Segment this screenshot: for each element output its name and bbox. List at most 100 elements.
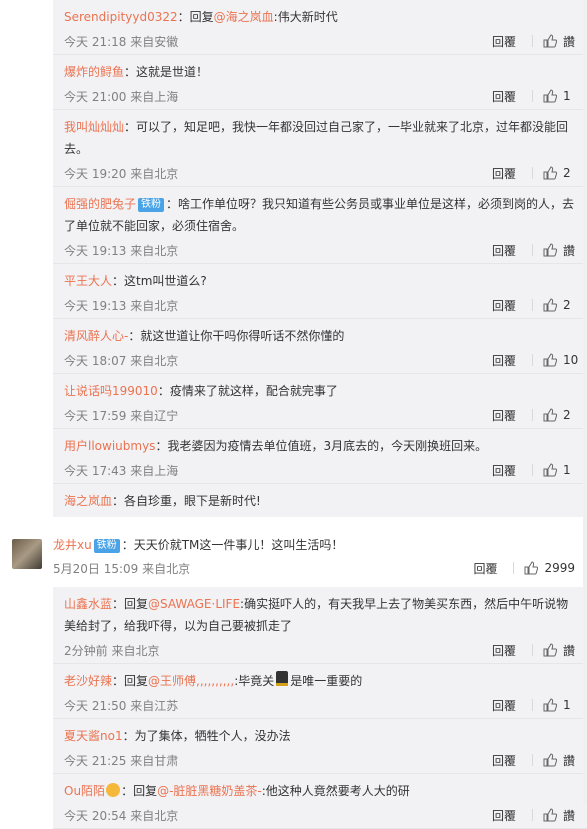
commenter-name[interactable]: 平王大人 (64, 274, 112, 288)
reply-list-1: Serendipityyd0322：回复@海之岚血:伟大新时代 今天 21:18 … (53, 0, 587, 539)
commenter-name[interactable]: 我叫灿灿灿 (64, 120, 124, 134)
reply-button[interactable]: 回覆 (492, 807, 516, 824)
divider (532, 167, 533, 179)
comment-text: ：这就是世道！ (124, 65, 209, 79)
commenter-name[interactable]: 让说话吗199010 (64, 384, 158, 398)
comment-text: :毕竟关 (234, 674, 275, 688)
reply-item: 平王大人：这tm叫世道么? 今天 19:13 来自北京 回覆 2 (53, 264, 587, 319)
fan-badge: 铁粉 (138, 198, 165, 212)
divider (532, 409, 533, 421)
scrollbar[interactable] (583, 0, 587, 805)
commenter-name[interactable]: 倔强的肥兔子 (64, 197, 136, 211)
reply-button[interactable]: 回覆 (492, 165, 516, 182)
mention-link[interactable]: @-脏脏黑糖奶盖茶- (157, 784, 262, 798)
commenter-name[interactable]: Ou陌陌 (64, 784, 105, 798)
comment-text: ：天天价就TM这一件事儿！这叫生活吗！ (121, 538, 344, 552)
divider (532, 809, 533, 821)
like-button[interactable]: 2 (543, 408, 579, 422)
reply-button[interactable]: 回覆 (492, 242, 516, 259)
like-count: 1 (563, 698, 571, 712)
like-button[interactable]: 讚 (543, 807, 579, 824)
like-count: 2 (563, 298, 571, 312)
like-button[interactable]: 讚 (543, 642, 579, 659)
divider (532, 644, 533, 656)
like-count: 2 (563, 166, 571, 180)
reply-button[interactable]: 回覆 (473, 560, 497, 577)
thumbs-up-icon (543, 753, 557, 767)
reply-button[interactable]: 回覆 (492, 642, 516, 659)
reply-list-2: 山鑫水蓝：回复@SAWAGE·LIFE:确实挺吓人的，有天我早上去了物美买东西，… (53, 587, 587, 829)
commenter-name[interactable]: 老沙好辣 (64, 674, 112, 688)
like-count: 1 (563, 89, 571, 103)
mention-link[interactable]: @海之岚血 (214, 10, 274, 24)
like-button[interactable]: 2999 (524, 561, 575, 575)
thumbs-up-icon (543, 243, 557, 257)
reply-button[interactable]: 回覆 (492, 297, 516, 314)
like-button[interactable]: 2 (543, 298, 579, 312)
commenter-name[interactable]: 爆炸的鲟鱼 (64, 65, 124, 79)
comment-time: 今天 18:07 来自北京 (64, 353, 179, 368)
commenter-name[interactable]: 海之岚血 (64, 494, 112, 508)
mention-link[interactable]: @王师傅,,,,,,,,,, (148, 674, 234, 688)
comment-text: ：这tm叫世道么? (112, 274, 207, 288)
commenter-name[interactable]: Serendipityyd0322 (64, 10, 178, 24)
reply-button[interactable]: 回覆 (492, 33, 516, 50)
like-button[interactable]: 讚 (543, 242, 579, 259)
commenter-name[interactable]: 夏天酱no1 (64, 729, 123, 743)
like-button[interactable]: 10 (543, 353, 579, 367)
thumbs-up-icon (543, 698, 557, 712)
comment-text: ：就这世道让你干吗你得听话不然你懂的 (128, 329, 345, 343)
comment-text: ：可以了，知足吧，我快一年都没回过自己家了，一毕业就来了北京，过年都没能回去。 (64, 120, 569, 156)
top-comment: 龙井xu 铁粉 ：天天价就TM这一件事儿！这叫生活吗！ 5月20日 15:09 来自… (0, 517, 587, 587)
reply-prefix: ：回复 (112, 674, 149, 688)
like-count: 2 (563, 408, 571, 422)
divider (532, 244, 533, 256)
thumbs-up-icon (543, 808, 557, 822)
reply-item: 山鑫水蓝：回复@SAWAGE·LIFE:确实挺吓人的，有天我早上去了物美买东西，… (53, 587, 587, 664)
like-count: 讚 (563, 753, 576, 768)
comment-time: 今天 17:59 来自辽宁 (64, 408, 179, 423)
commenter-name[interactable]: 山鑫水蓝 (64, 597, 112, 611)
comment-text: ：为了集体，牺牲个人，没办法 (122, 729, 291, 743)
fan-badge: 铁粉 (93, 539, 120, 553)
reply-button[interactable]: 回覆 (492, 407, 516, 424)
reply-item: Serendipityyd0322：回复@海之岚血:伟大新时代 今天 21:18 … (53, 0, 587, 55)
reply-item: 用户llowiubmys：我老婆因为疫情去单位值班，3月底去的，今天刚换班回来。… (53, 429, 587, 484)
like-button[interactable]: 讚 (543, 752, 579, 769)
reply-prefix: ：回复 (121, 784, 158, 798)
reply-item: 清风醉人心-：就这世道让你干吗你得听话不然你懂的今天 18:07 来自北京 回覆 1… (53, 319, 587, 374)
reply-item: 夏天酱no1：为了集体，牺牲个人，没办法 今天 21:25 来自甘肃 回覆 讚 (53, 719, 587, 774)
reply-button[interactable]: 回覆 (492, 752, 516, 769)
commenter-name[interactable]: 用户llowiubmys (64, 439, 155, 453)
comment-text: :伟大新时代 (273, 10, 338, 24)
reply-button[interactable]: 回覆 (492, 88, 516, 105)
thumbs-up-icon (543, 463, 557, 477)
like-button[interactable]: 1 (543, 89, 579, 103)
comment-time: 2分钟前 来自北京 (64, 643, 160, 658)
thumbs-up-icon (543, 34, 557, 48)
divider (532, 35, 533, 47)
comment-time: 5月20日 15:09 来自北京 (53, 561, 191, 576)
divider (532, 754, 533, 766)
comment-text: :他这种人竟然要考人大的研 (261, 784, 410, 798)
reply-prefix: ：回复 (177, 10, 214, 24)
like-button[interactable]: 1 (543, 463, 579, 477)
like-button[interactable]: 讚 (543, 33, 579, 50)
reply-button[interactable]: 回覆 (492, 697, 516, 714)
divider (532, 464, 533, 476)
thumbs-up-icon (543, 89, 557, 103)
commenter-name[interactable]: 清风醉人心- (64, 329, 128, 343)
mention-link[interactable]: @SAWAGE·LIFE (148, 597, 240, 611)
comment-text: ：各自珍重，眼下是新时代! (112, 494, 261, 508)
reply-item: 让说话吗199010：疫情来了就这样，配合就完事了 今天 17:59 来自辽宁 回覆… (53, 374, 587, 429)
avatar[interactable] (12, 539, 42, 569)
like-button[interactable]: 1 (543, 698, 579, 712)
reply-button[interactable]: 回覆 (492, 352, 516, 369)
thumbs-up-icon (543, 353, 557, 367)
like-button[interactable]: 2 (543, 166, 579, 180)
commenter-name[interactable]: 龙井xu (53, 538, 92, 552)
comment-time: 今天 17:43 来自上海 (64, 463, 179, 478)
reply-button[interactable]: 回覆 (492, 462, 516, 479)
reply-prefix: ：回复 (112, 597, 149, 611)
reply-item: 老沙好辣：回复@王师傅,,,,,,,,,,:毕竟关 是唯一重要的 今天 21:50 … (53, 664, 587, 719)
